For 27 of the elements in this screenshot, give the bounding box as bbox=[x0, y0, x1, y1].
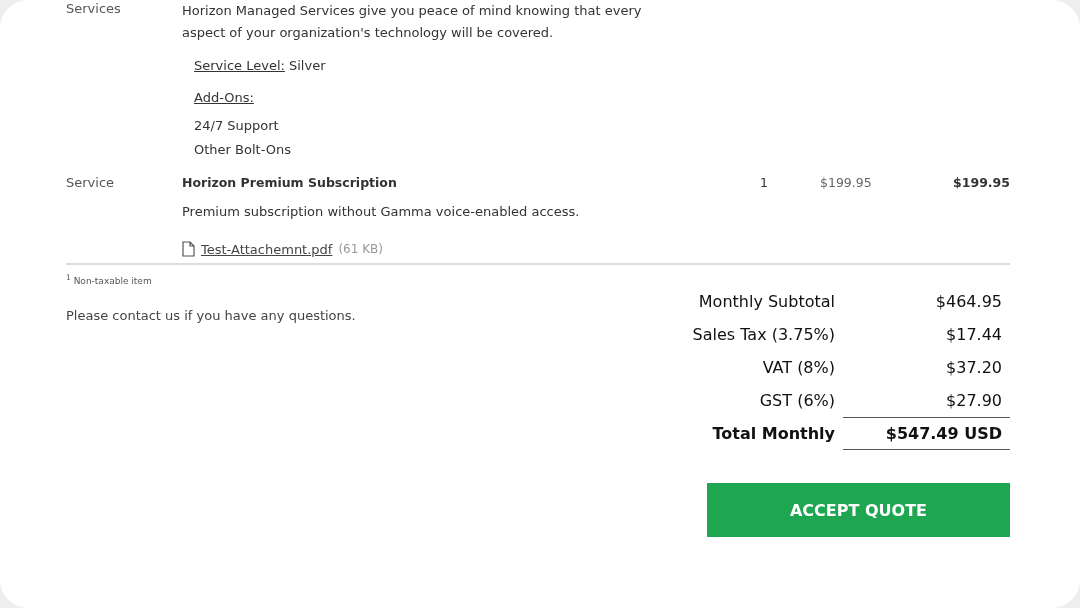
item-type: Service bbox=[66, 174, 116, 192]
service-level: Service Level: Silver bbox=[194, 57, 326, 75]
item-quantity: 1 bbox=[760, 174, 769, 192]
add-on: Other Bolt-Ons bbox=[194, 141, 291, 159]
item-description: Premium subscription without Gamma voice-enabled access. bbox=[182, 203, 581, 221]
document-icon bbox=[182, 241, 195, 257]
attachment-link[interactable]: Test-Attachemnt.pdf bbox=[201, 241, 333, 257]
total-label: VAT (8%) bbox=[761, 358, 836, 377]
add-on: 24/7 Support bbox=[194, 117, 279, 135]
add-ons-heading: Add-Ons: bbox=[194, 89, 254, 107]
item-type: Services bbox=[66, 0, 122, 18]
total-value: $17.44 bbox=[945, 325, 1003, 344]
file-size: (61 KB) bbox=[338, 242, 383, 256]
total-label: Total Monthly bbox=[711, 424, 836, 443]
total-value: $464.95 bbox=[934, 292, 1003, 311]
total-label: Sales Tax (3.75%) bbox=[691, 325, 836, 344]
item-description: Horizon Managed Services give you peace of mind knowing that every aspect of your organization's technology will be covered. bbox=[182, 2, 643, 42]
total-label: GST (6%) bbox=[758, 391, 836, 410]
contact-note: Please contact us if you have any questions. bbox=[66, 308, 356, 323]
total-label: Monthly Subtotal bbox=[697, 292, 836, 311]
total-value: $547.49 USD bbox=[843, 417, 1010, 450]
footnote: $^{1}$ Non-taxable item bbox=[66, 273, 153, 286]
total-value: $27.90 bbox=[945, 391, 1003, 410]
unit-price: $199.95 bbox=[820, 174, 873, 192]
line-total: $199.95 bbox=[952, 174, 1010, 192]
total-value: $37.20 bbox=[945, 358, 1003, 377]
item-title: Horizon Premium Subscription bbox=[182, 174, 398, 192]
